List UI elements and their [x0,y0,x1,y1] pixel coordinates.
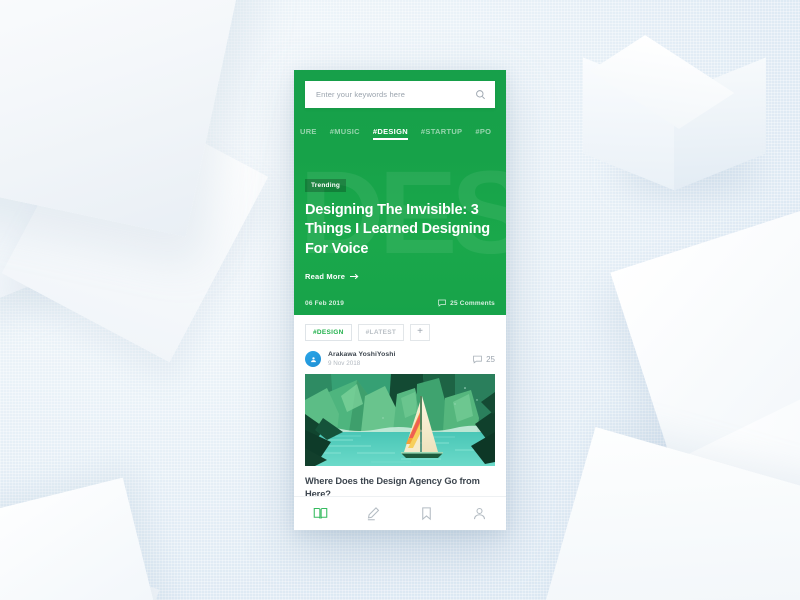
phone-mockup: DES URE #MUSIC #DESIGN #STARTUP #PO Tre [294,70,506,530]
add-filter-button[interactable]: + [410,324,431,341]
hero-section: DES URE #MUSIC #DESIGN #STARTUP #PO Tre [294,70,506,315]
chip-latest[interactable]: #LATEST [357,324,405,341]
decor-polygon-bottom-left-b [0,538,160,600]
chip-design[interactable]: #DESIGN [305,324,352,341]
tab-design[interactable]: #DESIGN [372,127,408,140]
comment-icon [473,355,482,364]
hero-comments-label: 25 Comments [450,299,495,307]
avatar[interactable] [305,351,321,367]
nav-item-write[interactable] [347,506,400,521]
decor-polygon-bottom-right-b [657,390,800,600]
user-avatar-icon [310,356,316,362]
arrow-right-icon [350,273,359,279]
read-more-label: Read More [305,271,346,281]
bookmark-icon [422,507,431,521]
hero-title: Designing The Invisible: 3 Things I Lear… [305,202,490,257]
hero-date: 06 Feb 2019 [305,299,345,307]
search-input[interactable] [314,89,475,100]
book-icon [313,507,328,519]
decor-polygon-top-left-b [0,6,149,324]
decor-polygon-top-left-c [1,87,269,363]
post-date: 9 Nov 2018 [328,360,361,367]
author-block: Arakawa YoshiYoshi 9 Nov 2018 [328,351,473,367]
search-icon[interactable] [475,89,486,100]
nav-item-bookmarks[interactable] [400,506,453,521]
read-more-link[interactable]: Read More [305,272,359,281]
tab-music[interactable]: #MUSIC [330,127,360,140]
bottom-navigation[interactable] [294,496,506,530]
comment-icon [438,299,447,307]
hero-content: Trending Designing The Invisible: 3 Thin… [305,174,495,284]
author-name: Arakawa YoshiYoshi [328,351,396,358]
hero-meta: 06 Feb 2019 25 Comments [305,299,495,307]
filter-chips[interactable]: #DESIGN #LATEST + [294,315,506,349]
scene-background: DES URE #MUSIC #DESIGN #STARTUP #PO Tre [0,0,800,600]
post-illustration[interactable] [305,374,495,466]
post-comments[interactable]: 25 [473,355,495,364]
decor-polygon-right [610,198,800,492]
sailboat-lagoon-illustration [305,374,495,466]
search-bar[interactable] [305,81,495,108]
tab-culture[interactable]: URE [300,127,317,140]
hero-comments: 25 Comments [438,299,495,307]
decor-polygon-top-left-a [0,0,249,237]
pen-icon [367,507,380,521]
tab-startup[interactable]: #STARTUP [421,127,462,140]
post-header: Arakawa YoshiYoshi 9 Nov 2018 25 [294,349,506,374]
post-comment-count: 25 [486,354,495,364]
tab-politics[interactable]: #PO [475,127,491,140]
decor-polygon-bottom-left-a [0,477,172,600]
decor-polygon-bottom-right-a [534,427,800,600]
nav-item-profile[interactable] [453,506,506,521]
person-icon [473,507,486,520]
trending-badge: Trending [305,179,347,192]
nav-item-read[interactable] [294,506,347,521]
category-tabs[interactable]: URE #MUSIC #DESIGN #STARTUP #PO [294,122,506,144]
